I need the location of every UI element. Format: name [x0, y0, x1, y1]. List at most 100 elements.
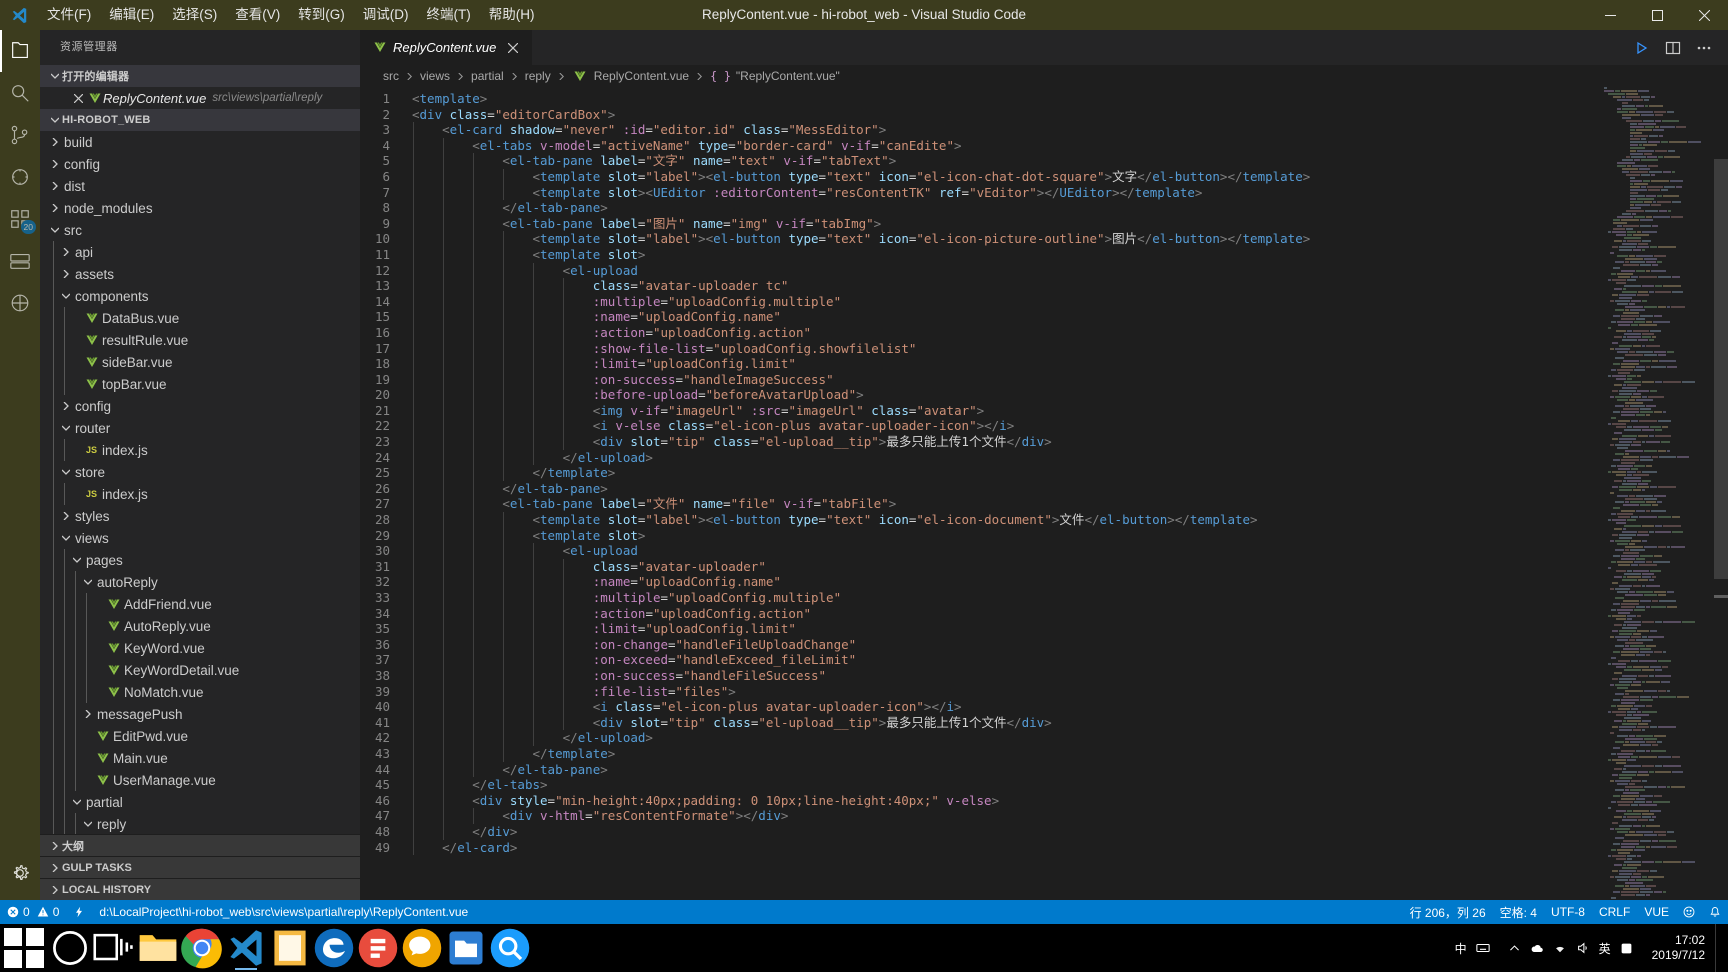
- run-code-icon[interactable]: [1628, 34, 1656, 62]
- menu-debug[interactable]: 调试(D): [354, 0, 418, 30]
- panel-outline[interactable]: 大纲: [40, 834, 360, 856]
- menu-terminal[interactable]: 终端(T): [418, 0, 480, 30]
- code-line[interactable]: <el-card shadow="never" :id="editor.id" …: [412, 122, 1728, 138]
- code-line[interactable]: </el-upload>: [412, 730, 1728, 746]
- code-line[interactable]: <img v-if="imageUrl" :src="imageUrl" cla…: [412, 402, 1728, 419]
- breadcrumb-item-6[interactable]: { } "ReplyContent.vue": [707, 69, 843, 83]
- tree-item-databus-vue[interactable]: DataBus.vue: [40, 307, 360, 329]
- breadcrumb-item-4[interactable]: reply: [522, 69, 554, 83]
- activity-explorer-icon[interactable]: [0, 30, 40, 72]
- tree-item-build[interactable]: build: [40, 131, 360, 153]
- task-view-icon[interactable]: [92, 924, 136, 972]
- tree-item-messagepush[interactable]: messagePush: [40, 703, 360, 725]
- tree-item-components[interactable]: components: [40, 285, 360, 307]
- code-line[interactable]: :show-file-list="uploadConfig.showfileli…: [412, 340, 1728, 357]
- tray-app-icon[interactable]: [1620, 942, 1633, 955]
- code-line[interactable]: :name="uploadConfig.name": [412, 574, 1728, 590]
- status-eol[interactable]: CRLF: [1592, 900, 1637, 924]
- tree-item-nomatch-vue[interactable]: NoMatch.vue: [40, 681, 360, 703]
- file-tree-scroll[interactable]: build config dist node_modules src api assets c…: [40, 131, 360, 834]
- tree-item-store[interactable]: store: [40, 461, 360, 483]
- code-line[interactable]: </el-tab-pane>: [412, 761, 1728, 778]
- code-line[interactable]: <div style="min-height:40px;padding: 0 1…: [412, 792, 1728, 809]
- vscode-icon[interactable]: [224, 924, 268, 972]
- folder-icon[interactable]: [444, 924, 488, 972]
- tree-item-styles[interactable]: styles: [40, 505, 360, 527]
- close-button[interactable]: [1681, 0, 1728, 30]
- code-line[interactable]: </el-tab-pane>: [412, 200, 1728, 216]
- code-line[interactable]: </el-upload>: [412, 449, 1728, 466]
- tree-item-src[interactable]: src: [40, 219, 360, 241]
- breadcrumb-item-5[interactable]: ReplyContent.vue: [569, 69, 692, 83]
- code-line[interactable]: <template slot><UEditor :editorContent="…: [412, 184, 1728, 201]
- tree-item-api[interactable]: api: [40, 241, 360, 263]
- activity-source-control-icon[interactable]: [0, 114, 40, 156]
- code-line[interactable]: <el-tab-pane label="图片" name="img" v-if=…: [412, 215, 1728, 232]
- code-line[interactable]: <div class="editorCardBox">: [412, 107, 1728, 123]
- cortana-icon[interactable]: [48, 924, 92, 972]
- bell-icon[interactable]: [1702, 900, 1728, 924]
- activity-search-icon[interactable]: [0, 72, 40, 114]
- workspace-header[interactable]: HI-ROBOT_WEB: [40, 109, 360, 131]
- open-editor-item[interactable]: ReplyContent.vue src\views\partial\reply: [40, 87, 360, 109]
- tree-item-editpwd-vue[interactable]: EditPwd.vue: [40, 725, 360, 747]
- activity-settings-gear-icon[interactable]: [0, 852, 40, 894]
- code-line[interactable]: :limit="uploadConfig.limit": [412, 621, 1728, 637]
- status-indentation[interactable]: 空格: 4: [1493, 900, 1544, 924]
- activity-extensions-icon[interactable]: 20: [0, 198, 40, 240]
- activity-debug-icon[interactable]: [0, 156, 40, 198]
- lang-label[interactable]: 英: [1599, 940, 1611, 957]
- menu-edit[interactable]: 编辑(E): [100, 0, 163, 30]
- search-app-icon[interactable]: [488, 924, 532, 972]
- tree-item-autoreply-vue[interactable]: AutoReply.vue: [40, 615, 360, 637]
- code-line[interactable]: <el-tab-pane label="文件" name="file" v-if…: [412, 496, 1728, 513]
- tree-item-usermanage-vue[interactable]: UserManage.vue: [40, 769, 360, 791]
- notepad-icon[interactable]: [268, 924, 312, 972]
- code-line[interactable]: <template>: [412, 91, 1728, 107]
- tree-item-resultrule-vue[interactable]: resultRule.vue: [40, 329, 360, 351]
- show-desktop-button[interactable]: [1715, 924, 1724, 972]
- editor-tab[interactable]: ReplyContent.vue: [360, 30, 534, 65]
- menu-view[interactable]: 查看(V): [226, 0, 289, 30]
- tree-item-views[interactable]: views: [40, 527, 360, 549]
- tree-item-config[interactable]: config: [40, 395, 360, 417]
- taskbar-clock[interactable]: 17:02 2019/7/12: [1642, 924, 1715, 972]
- more-actions-icon[interactable]: [1690, 34, 1718, 62]
- menu-file[interactable]: 文件(F): [38, 0, 100, 30]
- close-icon[interactable]: [70, 93, 86, 103]
- code-line[interactable]: :multiple="uploadConfig.multiple": [412, 590, 1728, 606]
- code-line[interactable]: <el-tab-pane label="文字" name="text" v-if…: [412, 153, 1728, 169]
- code-line[interactable]: :on-change="handleFileUploadChange": [412, 636, 1728, 653]
- code-line[interactable]: :multiple="uploadConfig.multiple": [412, 293, 1728, 310]
- breadcrumb-item-1[interactable]: src: [380, 69, 402, 83]
- status-language-mode[interactable]: VUE: [1637, 900, 1676, 924]
- tree-item-reply[interactable]: reply: [40, 813, 360, 834]
- tree-item-main-vue[interactable]: Main.vue: [40, 747, 360, 769]
- code-content[interactable]: <template> <div class="editorCardBox"> <e…: [412, 87, 1728, 900]
- code-line[interactable]: :limit="uploadConfig.limit": [412, 356, 1728, 372]
- menu-help[interactable]: 帮助(H): [480, 0, 544, 30]
- panel-local-history[interactable]: LOCAL HISTORY: [40, 878, 360, 900]
- code-line[interactable]: <template slot="label"><el-button type="…: [412, 231, 1728, 247]
- tree-item-keyworddetail-vue[interactable]: KeyWordDetail.vue: [40, 659, 360, 681]
- chrome-icon[interactable]: [180, 924, 224, 972]
- ime-indicator[interactable]: 中: [1446, 940, 1499, 957]
- tree-item-router[interactable]: router: [40, 417, 360, 439]
- tree-item-pages[interactable]: pages: [40, 549, 360, 571]
- open-editors-header[interactable]: 打开的编辑器: [40, 65, 360, 87]
- tree-item-autoreply[interactable]: autoReply: [40, 571, 360, 593]
- code-line[interactable]: </template>: [412, 745, 1728, 762]
- code-line[interactable]: :on-exceed="handleExceed_fileLimit": [412, 652, 1728, 668]
- scrollbar-thumb[interactable]: [1714, 159, 1728, 579]
- code-line[interactable]: <div slot="tip" class="el-upload__tip">最…: [412, 714, 1728, 731]
- tree-item-addfriend-vue[interactable]: AddFriend.vue: [40, 593, 360, 615]
- code-line[interactable]: <template slot="label"><el-button type="…: [412, 512, 1728, 528]
- wechat-icon[interactable]: [400, 924, 444, 972]
- code-line[interactable]: :on-success="handleImageSuccess": [412, 371, 1728, 388]
- activity-remote-explorer-icon[interactable]: [0, 240, 40, 282]
- code-line[interactable]: <el-tabs v-model="activeName" type="bord…: [412, 137, 1728, 154]
- tree-item-sidebar-vue[interactable]: sideBar.vue: [40, 351, 360, 373]
- code-line[interactable]: <template slot="label"><el-button type="…: [412, 168, 1728, 185]
- start-icon[interactable]: [0, 924, 48, 972]
- tree-item-index-js[interactable]: JS index.js: [40, 439, 360, 461]
